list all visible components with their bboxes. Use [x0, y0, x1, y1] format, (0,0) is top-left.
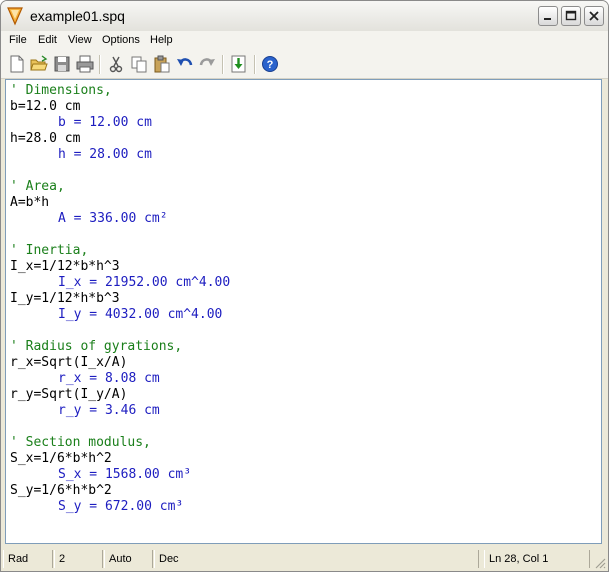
editor-line-input: S_x=1/6*b*h^2 — [10, 451, 112, 466]
calculate-icon[interactable] — [230, 55, 248, 73]
paste-icon[interactable] — [153, 55, 171, 73]
editor-line-blank — [10, 323, 230, 339]
editor-line-input: A=b*h — [10, 195, 50, 210]
editor-line-blank — [10, 227, 230, 243]
window-title: example01.spq — [30, 8, 125, 24]
save-icon[interactable] — [53, 55, 71, 73]
editor-line-input: r_x=Sqrt(I_x/A) — [10, 355, 128, 370]
menu-view[interactable]: View — [68, 34, 92, 46]
editor-line-result: S_x = 1568.00 cm³ — [58, 467, 192, 482]
cut-icon[interactable] — [107, 55, 125, 73]
editor-line-blank — [10, 163, 230, 179]
status-format: Auto — [104, 550, 153, 568]
maximize-button[interactable] — [561, 6, 581, 26]
editor-line-result: h = 28.00 cm — [58, 147, 152, 162]
toolbar-separator — [222, 55, 224, 74]
status-bar: Rad 2 Auto Dec Ln 28, Col 1 — [1, 547, 608, 571]
editor-line-result: A = 336.00 cm² — [58, 211, 168, 226]
open-folder-icon[interactable] — [30, 55, 48, 73]
app-window: example01.spq File Edit View Options Hel… — [0, 0, 609, 572]
menu-edit[interactable]: Edit — [38, 34, 57, 46]
spq-app-icon — [6, 6, 24, 26]
status-cursor-position: Ln 28, Col 1 — [484, 550, 590, 568]
editor-line-comment: ' Radius of gyrations, — [10, 339, 183, 354]
editor-line-comment: ' Area, — [10, 179, 65, 194]
editor-line-result: r_x = 8.08 cm — [58, 371, 160, 386]
editor-line-comment: ' Inertia, — [10, 243, 89, 258]
menu-file[interactable]: File — [9, 34, 27, 46]
editor-line-result: S_y = 672.00 cm³ — [58, 499, 184, 514]
editor-line-result: r_y = 3.46 cm — [58, 403, 160, 418]
status-angle-mode: Rad — [3, 550, 53, 568]
editor-line-input: h=28.0 cm — [10, 131, 81, 146]
editor-line-input: I_y=1/12*h*b^3 — [10, 291, 120, 306]
editor-line-input: r_y=Sqrt(I_y/A) — [10, 387, 128, 402]
print-icon[interactable] — [76, 55, 94, 73]
editor-line-comment: ' Dimensions, — [10, 83, 112, 98]
menu-options[interactable]: Options — [102, 34, 140, 46]
document-editor[interactable]: ' Dimensions, b=12.0 cm b = 12.00 cm h=28.0… — [5, 79, 602, 544]
menu-help[interactable]: Help — [150, 34, 173, 46]
redo-icon[interactable] — [198, 55, 216, 73]
minimize-button[interactable] — [538, 6, 558, 26]
undo-icon[interactable] — [176, 55, 194, 73]
new-file-icon[interactable] — [8, 55, 26, 73]
close-button[interactable] — [584, 6, 604, 26]
toolbar-separator — [99, 55, 101, 74]
title-bar[interactable]: example01.spq — [1, 1, 608, 32]
editor-line-result: b = 12.00 cm — [58, 115, 152, 130]
toolbar: ? — [1, 51, 608, 79]
resize-grip-icon[interactable] — [594, 557, 606, 569]
editor-line-result: I_y = 4032.00 cm^4.00 — [58, 307, 223, 322]
editor-line-input: b=12.0 cm — [10, 99, 81, 114]
toolbar-separator — [254, 55, 256, 74]
copy-icon[interactable] — [130, 55, 148, 73]
editor-line-input: S_y=1/6*h*b^2 — [10, 483, 112, 498]
help-icon[interactable]: ? — [261, 55, 279, 73]
status-base: Dec — [154, 550, 479, 568]
editor-line-blank — [10, 419, 230, 435]
svg-text:?: ? — [267, 59, 274, 71]
status-decimals: 2 — [54, 550, 103, 568]
menu-bar: File Edit View Options Help — [1, 31, 608, 51]
editor-lines: ' Dimensions, b=12.0 cm b = 12.00 cm h=28.0… — [10, 83, 230, 515]
editor-line-input: I_x=1/12*b*h^3 — [10, 259, 120, 274]
editor-line-result: I_x = 21952.00 cm^4.00 — [58, 275, 231, 290]
editor-line-comment: ' Section modulus, — [10, 435, 151, 450]
